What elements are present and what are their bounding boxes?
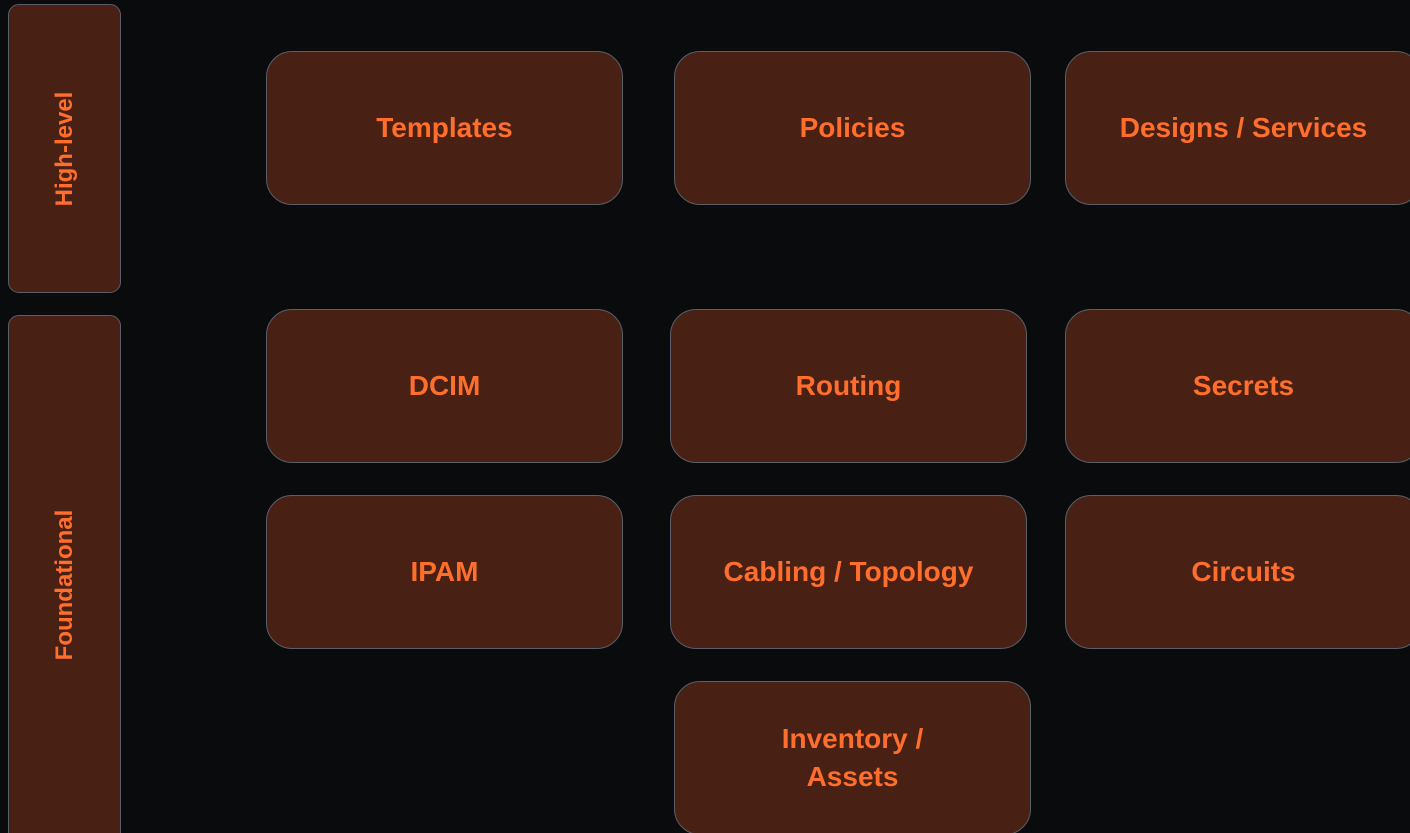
tier-foundational-label: Foundational [50, 509, 78, 661]
tier-foundational: Foundational [8, 315, 121, 833]
box-designs-services-label: Designs / Services [1119, 112, 1368, 143]
box-cabling-topology-label: Cabling / Topology [723, 556, 974, 587]
box-inventory-assets-line2: Assets [806, 761, 899, 792]
box-inventory-assets-line1: Inventory / [781, 723, 924, 754]
box-routing: Routing [670, 309, 1027, 463]
box-policies: Policies [674, 51, 1031, 205]
box-routing-label: Routing [795, 370, 902, 401]
box-policies-label: Policies [799, 112, 906, 143]
tier-high-level: High-level [8, 4, 121, 293]
box-dcim: DCIM [266, 309, 623, 463]
box-inventory-assets-label: Inventory / Assets [782, 720, 924, 796]
tier-high-level-label: High-level [50, 91, 78, 206]
box-inventory-assets: Inventory / Assets [674, 681, 1031, 833]
box-designs-services: Designs / Services [1065, 51, 1410, 205]
box-ipam: IPAM [266, 495, 623, 649]
box-templates: Templates [266, 51, 623, 205]
box-secrets: Secrets [1065, 309, 1410, 463]
box-cabling-topology: Cabling / Topology [670, 495, 1027, 649]
box-circuits-label: Circuits [1191, 556, 1296, 587]
box-templates-label: Templates [376, 112, 513, 143]
box-ipam-label: IPAM [410, 556, 479, 587]
box-circuits: Circuits [1065, 495, 1410, 649]
box-dcim-label: DCIM [408, 370, 481, 401]
box-secrets-label: Secrets [1192, 370, 1295, 401]
